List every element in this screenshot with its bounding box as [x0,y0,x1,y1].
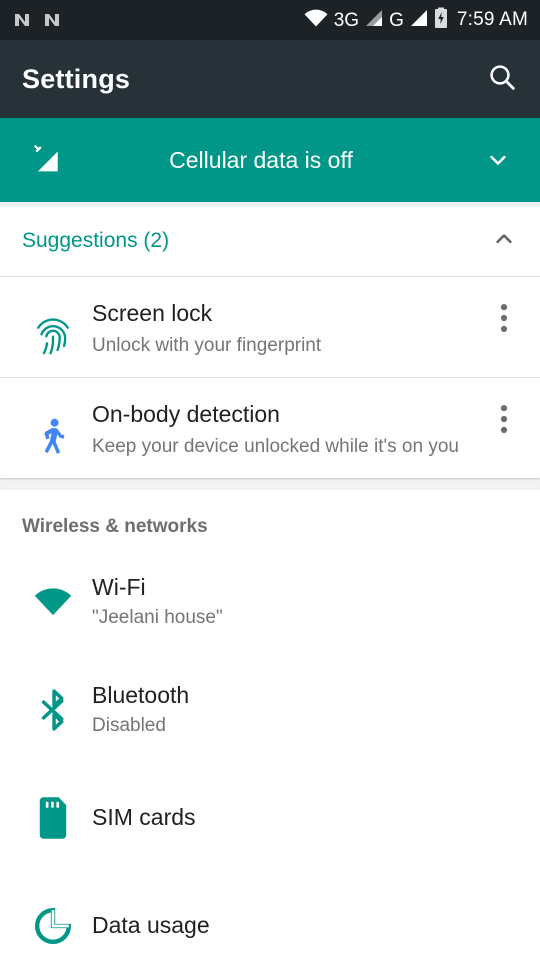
status-bar: 3G G 7:59 AM [0,0,540,40]
wifi-icon [14,586,92,618]
more-vert-icon[interactable] [482,293,526,333]
cellular-data-banner[interactable]: Cellular data is off [0,118,540,202]
suggestions-header[interactable]: Suggestions (2) [0,206,540,276]
sim-card-icon [14,797,92,839]
settings-row-data-usage[interactable]: Data usage [0,872,540,960]
settings-row-body: Data usage [92,912,526,940]
signal-3g-icon [364,8,384,33]
settings-screen: 3G G 7:59 AM Settings Cellular data is o… [0,0,540,960]
signal-off-icon [22,143,68,177]
suggestion-body: On-body detection Keep your device unloc… [92,394,482,459]
network-type-g-label: G [389,9,404,31]
suggestion-item-on-body-detection[interactable]: On-body detection Keep your device unloc… [0,378,540,478]
settings-row-body: SIM cards [92,804,526,832]
suggestion-title: Screen lock [92,300,213,326]
chevron-down-icon[interactable] [478,146,518,174]
suggestion-item-screen-lock[interactable]: Screen lock Unlock with your fingerprint [0,277,540,377]
settings-row-title: Bluetooth [92,681,190,708]
settings-row-body: Wi-Fi "Jeelani house" [92,574,526,630]
suggestion-subtitle: Unlock with your fingerprint [92,334,322,356]
settings-row-subtitle: "Jeelani house" [92,607,223,629]
page-title: Settings [22,63,131,94]
app-bar: Settings [0,40,540,118]
settings-list: Wireless & networks Wi-Fi "Jeelani house… [0,490,540,960]
settings-row-subtitle: Disabled [92,715,166,737]
n-notification-icon [42,10,62,30]
battery-charging-icon [434,7,448,34]
status-bar-notifications [12,10,62,30]
walking-person-icon [14,394,92,460]
bluetooth-icon [14,689,92,731]
signal-g-icon [409,8,429,33]
suggestions-title: Suggestions (2) [22,229,170,252]
more-vert-icon[interactable] [482,394,526,434]
settings-row-title: SIM cards [92,804,196,831]
search-icon[interactable] [486,61,518,98]
settings-row-title: Data usage [92,912,210,939]
data-usage-icon [14,906,92,946]
status-bar-clock: 7:59 AM [456,9,528,30]
card-separator [0,478,540,490]
cellular-data-banner-text: Cellular data is off [169,146,353,173]
settings-row-body: Bluetooth Disabled [92,682,526,738]
fingerprint-icon [14,293,92,359]
suggestion-title: On-body detection [92,401,280,427]
network-type-3g-label: 3G [333,9,360,31]
settings-row-title: Wi-Fi [92,573,146,600]
status-bar-indicators: 3G G 7:59 AM [303,7,528,34]
app-bar-actions [486,61,518,98]
suggestion-body: Screen lock Unlock with your fingerprint [92,293,482,358]
settings-row-wifi[interactable]: Wi-Fi "Jeelani house" [0,548,540,656]
suggestion-subtitle: Keep your device unlocked while it's on … [92,435,459,457]
settings-row-bluetooth[interactable]: Bluetooth Disabled [0,656,540,764]
chevron-up-icon[interactable] [490,225,518,258]
n-notification-icon [12,10,32,30]
settings-row-sim-cards[interactable]: SIM cards [0,764,540,872]
section-header-wireless-networks: Wireless & networks [22,516,208,537]
suggestions-card: Suggestions (2) Screen lock Unlock with … [0,206,540,478]
wifi-icon [303,8,329,33]
